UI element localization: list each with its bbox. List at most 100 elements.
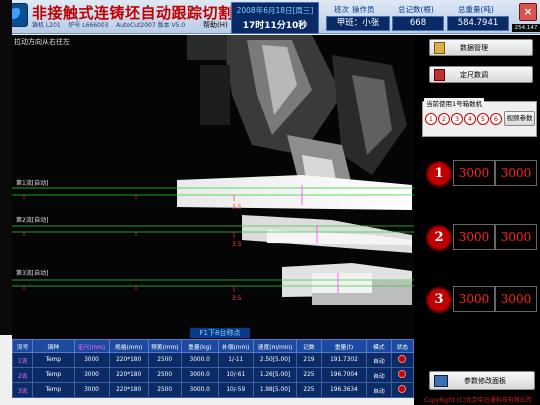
shift-label: 班次: [334, 5, 349, 14]
help-menu[interactable]: 帮助(H): [203, 20, 228, 30]
strand-2-label: 第2流[自动]: [16, 217, 49, 224]
strand-1-set-value: 3000: [453, 160, 495, 186]
operator-label: 操作员: [352, 5, 375, 14]
cell-cut-length: 3000: [73, 352, 110, 368]
col-count: 记数: [296, 339, 322, 353]
params-panel-button[interactable]: 参数修改面板: [429, 371, 535, 390]
cell-count: 219: [296, 352, 322, 368]
cell-strand: 2流: [11, 367, 34, 383]
station-label: 铸机 L201: [32, 22, 61, 29]
close-button[interactable]: ×: [519, 3, 537, 21]
monitor-icon: [434, 375, 448, 387]
status-led-icon: [398, 355, 407, 363]
right-panel: [414, 35, 540, 405]
total-weight-label: 总重量(吨): [458, 5, 494, 14]
strand-3-actual-value: 3000: [495, 286, 537, 312]
cell-status: [390, 352, 415, 368]
strand-3-set-value: 3000: [453, 286, 495, 312]
cell-preset: 2500: [147, 352, 182, 368]
header-subinfo: 铸机 L201 炉号 L666003 AutoCut2007 版本 V5.0: [32, 20, 185, 29]
camera-view: [12, 35, 414, 339]
corner-id: 254.147: [512, 24, 540, 32]
total-count-value: 668: [392, 16, 444, 31]
cell-cut-length: 3000: [73, 367, 110, 383]
col-cut-length: 定尺(mm): [73, 339, 110, 353]
furnace-label: 炉号 L666003: [68, 22, 109, 29]
cell-cut-length: 3000: [73, 382, 110, 398]
cell-grade: Temp: [32, 352, 75, 368]
ruler-icon: [434, 69, 445, 81]
camera-scene: [12, 35, 414, 339]
time-display: 17时11分10秒: [242, 21, 308, 31]
col-weight-t: 重量(t): [320, 339, 368, 353]
video-params-button[interactable]: 视频参数: [504, 111, 535, 126]
strand-2-set-value: 3000: [453, 224, 495, 250]
cell-weight-t: 196.3634: [320, 382, 368, 398]
cell-grade: Temp: [32, 382, 75, 398]
table-row[interactable]: 3流 Temp 3000 220*180 2500 3000.0 10/-59 …: [11, 382, 415, 398]
cell-spec: 220*180: [108, 382, 149, 398]
col-weight-kg: 重量(kg): [180, 339, 219, 353]
direction-caption: 拉动方向从右往左: [14, 38, 70, 46]
cell-spec: 220*180: [108, 367, 149, 383]
weigh-point-caption: F1下8台称点: [190, 328, 250, 338]
date-display: 2008年6月18日[周三]: [236, 6, 314, 15]
cell-weight-kg: 3000.0: [180, 352, 219, 368]
data-manage-label: 数据管理: [460, 44, 488, 52]
col-spec: 规格(mm): [108, 339, 149, 353]
col-mode: 模式: [366, 339, 392, 353]
table-header-row: 流号 钢种 定尺(mm) 规格(mm) 预美(mm) 重量(kg) 补偿(mm)…: [11, 339, 415, 353]
cell-strand: 1流: [11, 352, 34, 368]
cell-weight-t: 196.7004: [320, 367, 368, 383]
strand-3-label: 第3流[自动]: [16, 270, 49, 277]
cell-speed: 1.98[5.00]: [252, 382, 298, 398]
col-strand: 流号: [11, 339, 34, 353]
strand-1-actual-value: 3000: [495, 160, 537, 186]
cell-comp: 10/-59: [217, 382, 254, 398]
fixed-length-button[interactable]: 定尺数调: [429, 66, 533, 83]
group-button-5[interactable]: 5: [477, 113, 489, 125]
cell-weight-kg: 3000.0: [180, 382, 219, 398]
cell-strand: 3流: [11, 382, 34, 398]
data-manage-button[interactable]: 数据管理: [429, 39, 533, 56]
cell-preset: 2500: [147, 367, 182, 383]
strand-3-mark: 3.5: [232, 295, 242, 302]
version-label: AutoCut2007 版本 V5.0: [116, 22, 186, 29]
cell-status: [390, 382, 415, 398]
datetime-panel: 2008年6月18日[周三] 17时11分10秒: [231, 2, 319, 34]
strand-2-actual-value: 3000: [495, 224, 537, 250]
col-status: 状态: [390, 339, 415, 353]
strand-1-badge: 1: [426, 161, 452, 187]
group-button-6[interactable]: 6: [490, 113, 502, 125]
table-row[interactable]: 1流 Temp 3000 220*180 2500 3000.0 1/-11 2…: [11, 352, 415, 368]
cell-mode: 自动: [366, 367, 392, 383]
col-comp: 补偿(mm): [217, 339, 254, 353]
strand-1-label: 第1流[自动]: [16, 180, 49, 187]
cell-weight-kg: 3000.0: [180, 367, 219, 383]
folder-icon: [434, 42, 445, 54]
copyright-text: CopyRight (C)北京中迅通科技有限公司: [424, 397, 532, 404]
strand-3-badge: 3: [426, 287, 452, 313]
strand-2-badge: 2: [426, 225, 452, 251]
cell-status: [390, 367, 415, 383]
cell-mode: 自动: [366, 352, 392, 368]
group-button-1[interactable]: 1: [425, 113, 437, 125]
status-led-icon: [398, 370, 407, 378]
table-row[interactable]: 2流 Temp 3000 220*180 2500 3000.0 10/-61 …: [11, 367, 415, 383]
status-led-icon: [398, 385, 407, 393]
cell-weight-t: 191.7302: [320, 352, 368, 368]
strand-1-mark: 3.5: [232, 204, 242, 211]
group-button-4[interactable]: 4: [464, 113, 476, 125]
fixed-length-label: 定尺数调: [460, 71, 488, 79]
cell-speed: 1.26[5.00]: [252, 367, 298, 383]
col-speed: 速度(m/min): [252, 339, 298, 353]
group-button-2[interactable]: 2: [438, 113, 450, 125]
cell-comp: 10/-61: [217, 367, 254, 383]
total-weight-value: 584.7941: [447, 16, 509, 31]
params-panel-label: 参数修改面板: [464, 377, 506, 385]
strand-2-mark: 3.5: [232, 241, 242, 248]
group-button-3[interactable]: 3: [451, 113, 463, 125]
cell-mode: 自动: [366, 382, 392, 398]
left-edge-panel: [0, 0, 12, 335]
cell-spec: 220*180: [108, 352, 149, 368]
